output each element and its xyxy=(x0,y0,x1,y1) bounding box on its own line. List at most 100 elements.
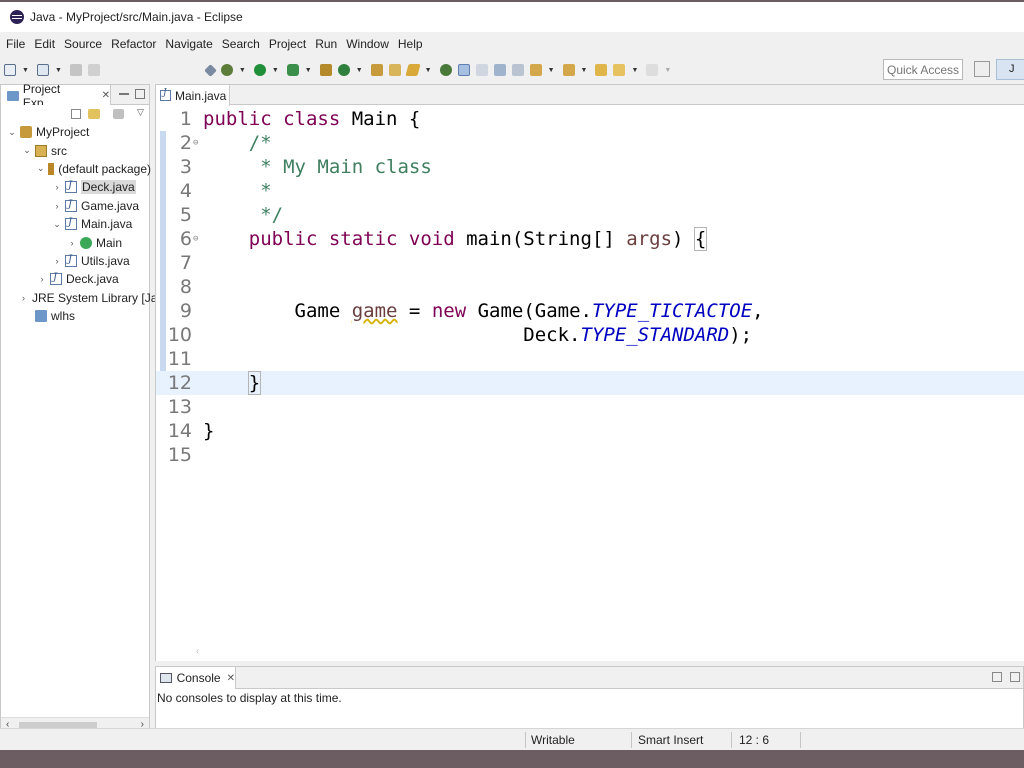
menu-search[interactable]: Search xyxy=(222,37,260,51)
toggle-word-wrap-icon[interactable] xyxy=(475,64,488,76)
tab-project-explorer[interactable]: Project Exp... ✕ xyxy=(1,82,111,110)
open-type-icon[interactable] xyxy=(36,64,49,76)
forward-dropdown-icon[interactable]: ▼ xyxy=(664,67,671,74)
maximize-icon[interactable] xyxy=(135,89,145,99)
external-tools-icon[interactable] xyxy=(286,64,299,76)
tab-main-java[interactable]: Main.java xyxy=(156,85,230,106)
edit-dropdown-icon[interactable]: ▼ xyxy=(425,67,432,74)
quick-access-input[interactable] xyxy=(883,59,963,80)
code-line[interactable]: 6 ⊖ public static void main(String[] args… xyxy=(156,227,1024,251)
chevron-down-icon[interactable]: ⌄ xyxy=(37,163,45,174)
menu-edit[interactable]: Edit xyxy=(34,37,55,51)
menu-navigate[interactable]: Navigate xyxy=(165,37,212,51)
open-folder-icon[interactable] xyxy=(370,64,383,76)
edit-icon[interactable] xyxy=(405,64,421,76)
fold-toggle-icon[interactable]: ⊖ xyxy=(193,131,198,155)
close-icon[interactable]: ✕ xyxy=(227,673,235,684)
open-task-icon[interactable] xyxy=(388,64,401,76)
new-java-project-icon[interactable] xyxy=(319,64,332,76)
view-menu-icon[interactable]: ▽ xyxy=(137,107,144,118)
menu-window[interactable]: Window xyxy=(346,37,389,51)
new-class-icon[interactable] xyxy=(337,64,350,76)
filters-icon[interactable] xyxy=(113,109,124,119)
code-line[interactable]: 9 Game game = new Game(Game.TYPE_TICTACT… xyxy=(156,299,1024,323)
code-line[interactable]: 11 xyxy=(156,347,1024,371)
code-line[interactable]: 1 public class Main { xyxy=(156,107,1024,131)
last-edit-location-icon[interactable] xyxy=(595,64,608,76)
link-with-editor-icon[interactable] xyxy=(88,109,100,119)
previous-annotation-icon[interactable] xyxy=(562,64,575,76)
chevron-right-icon[interactable]: › xyxy=(37,274,47,284)
tree-item[interactable]: › Utils.java xyxy=(1,252,151,270)
code-line[interactable]: 8 xyxy=(156,275,1024,299)
menu-help[interactable]: Help xyxy=(398,37,423,51)
skip-breakpoints-icon[interactable] xyxy=(204,63,217,77)
code-line[interactable]: 3 * My Main class xyxy=(156,155,1024,179)
code-line[interactable]: 14} xyxy=(156,419,1024,443)
menu-source[interactable]: Source xyxy=(64,37,102,51)
tree-item[interactable]: › Deck.java xyxy=(1,178,151,196)
tree-item[interactable]: ⌄ src xyxy=(1,141,151,159)
run-icon[interactable] xyxy=(253,64,266,76)
save-all-icon[interactable] xyxy=(87,64,100,76)
menu-refactor[interactable]: Refactor xyxy=(111,37,156,51)
code-line[interactable]: 5 */ xyxy=(156,203,1024,227)
debug-icon[interactable] xyxy=(220,64,233,76)
debug-dropdown-icon[interactable]: ▼ xyxy=(239,67,246,74)
chevron-down-icon[interactable]: ⌄ xyxy=(52,219,62,230)
next-annotation-icon[interactable] xyxy=(529,64,542,76)
tree-item[interactable]: › Main xyxy=(1,233,151,251)
chevron-right-icon[interactable]: › xyxy=(52,201,62,211)
chevron-right-icon[interactable]: › xyxy=(52,256,62,266)
tree-item[interactable]: › JRE System Library [JavaSE-1.8] xyxy=(1,289,210,307)
code-line[interactable]: 12 } xyxy=(156,371,1024,395)
code-line[interactable]: 10 Deck.TYPE_STANDARD); xyxy=(156,323,1024,347)
back-icon[interactable] xyxy=(613,64,626,76)
collapse-all-icon[interactable] xyxy=(71,109,81,119)
chevron-right-icon[interactable]: › xyxy=(22,293,25,303)
code-line[interactable]: 7 xyxy=(156,251,1024,275)
code-line[interactable]: 4 * xyxy=(156,179,1024,203)
tree-item[interactable]: ⌄ MyProject xyxy=(1,123,151,141)
run-dropdown-icon[interactable]: ▼ xyxy=(272,67,279,74)
close-icon[interactable]: ✕ xyxy=(102,90,110,101)
tree-item[interactable]: ⌄ Main.java xyxy=(1,215,151,233)
tree-item[interactable]: › Game.java xyxy=(1,197,151,215)
code-text-area[interactable]: 1 public class Main {2 ⊖ /* 3 * My Main cla… xyxy=(156,107,1024,467)
back-dropdown-icon[interactable]: ▼ xyxy=(631,67,638,74)
show-whitespace-icon[interactable] xyxy=(511,64,524,76)
fold-toggle-icon[interactable]: ⊖ xyxy=(193,227,198,251)
tree-item[interactable]: wlhs xyxy=(1,307,151,325)
open-dropdown-icon[interactable]: ▼ xyxy=(55,67,62,74)
save-icon[interactable] xyxy=(69,64,82,76)
block-selection-icon[interactable] xyxy=(493,64,506,76)
tree-item[interactable]: › Deck.java xyxy=(1,270,151,288)
tab-console[interactable]: Console ✕ xyxy=(156,667,236,689)
chevron-right-icon[interactable]: › xyxy=(52,182,62,192)
menu-project[interactable]: Project xyxy=(269,37,306,51)
console-display-icon[interactable] xyxy=(992,672,1002,682)
toggle-mark-occurrences-icon[interactable] xyxy=(457,64,470,76)
previous-annotation-dropdown-icon[interactable]: ▼ xyxy=(581,67,588,74)
forward-icon[interactable] xyxy=(646,64,659,76)
open-perspective-icon[interactable] xyxy=(974,61,990,77)
editor-scroll-left-icon[interactable]: ‹ xyxy=(196,646,199,657)
chevron-down-icon[interactable]: ⌄ xyxy=(22,145,32,156)
new-dropdown-icon[interactable]: ▼ xyxy=(22,67,29,74)
chevron-right-icon[interactable]: › xyxy=(67,238,77,248)
menu-run[interactable]: Run xyxy=(315,37,337,51)
code-line[interactable]: 13 xyxy=(156,395,1024,419)
console-maximize-icon[interactable] xyxy=(1010,672,1020,682)
external-tools-dropdown-icon[interactable]: ▼ xyxy=(305,67,312,74)
new-icon[interactable] xyxy=(4,64,16,76)
search-icon[interactable] xyxy=(439,64,452,76)
code-line[interactable]: 2 ⊖ /* xyxy=(156,131,1024,155)
chevron-down-icon[interactable]: ⌄ xyxy=(7,127,17,138)
next-annotation-dropdown-icon[interactable]: ▼ xyxy=(548,67,555,74)
new-class-dropdown-icon[interactable]: ▼ xyxy=(356,67,363,74)
tree-item[interactable]: ⌄ (default package) xyxy=(1,160,151,178)
menu-file[interactable]: File xyxy=(6,37,25,51)
minimize-icon[interactable] xyxy=(119,89,129,95)
code-line[interactable]: 15 xyxy=(156,443,1024,467)
java-perspective-button[interactable]: J xyxy=(996,59,1024,80)
